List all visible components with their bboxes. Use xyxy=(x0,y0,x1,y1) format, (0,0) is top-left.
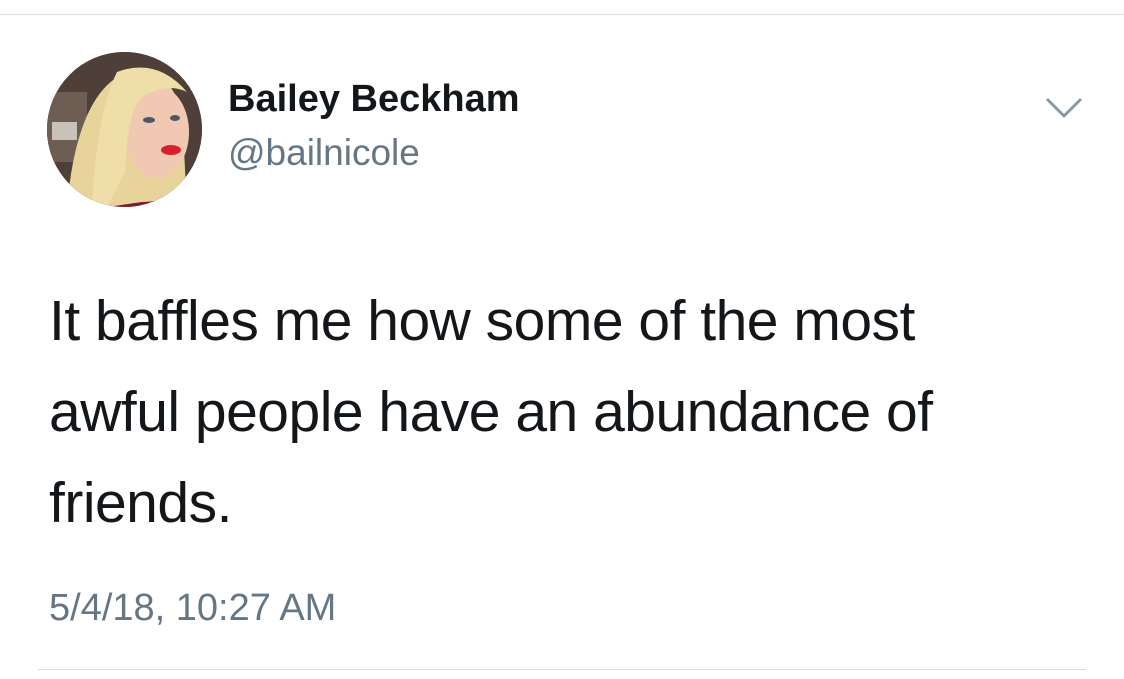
tweet-card: Bailey Beckham @bailnicole It baffles me… xyxy=(0,0,1124,679)
author-display-name[interactable]: Bailey Beckham xyxy=(228,76,520,122)
profile-photo xyxy=(47,52,202,207)
top-divider xyxy=(0,14,1124,15)
chevron-down-icon[interactable] xyxy=(1042,90,1086,124)
tweet-text: It baffles me how some of the most awful… xyxy=(49,276,1089,549)
author-handle[interactable]: @bailnicole xyxy=(228,131,420,175)
tweet-text-line: awful people have an abundance of xyxy=(49,380,933,444)
tweet-text-line: friends. xyxy=(49,471,232,535)
bottom-divider xyxy=(38,669,1086,670)
tweet-timestamp[interactable]: 5/4/18, 10:27 AM xyxy=(49,584,336,632)
tweet-text-line: It baffles me how some of the most xyxy=(49,289,915,353)
avatar[interactable] xyxy=(47,52,202,207)
